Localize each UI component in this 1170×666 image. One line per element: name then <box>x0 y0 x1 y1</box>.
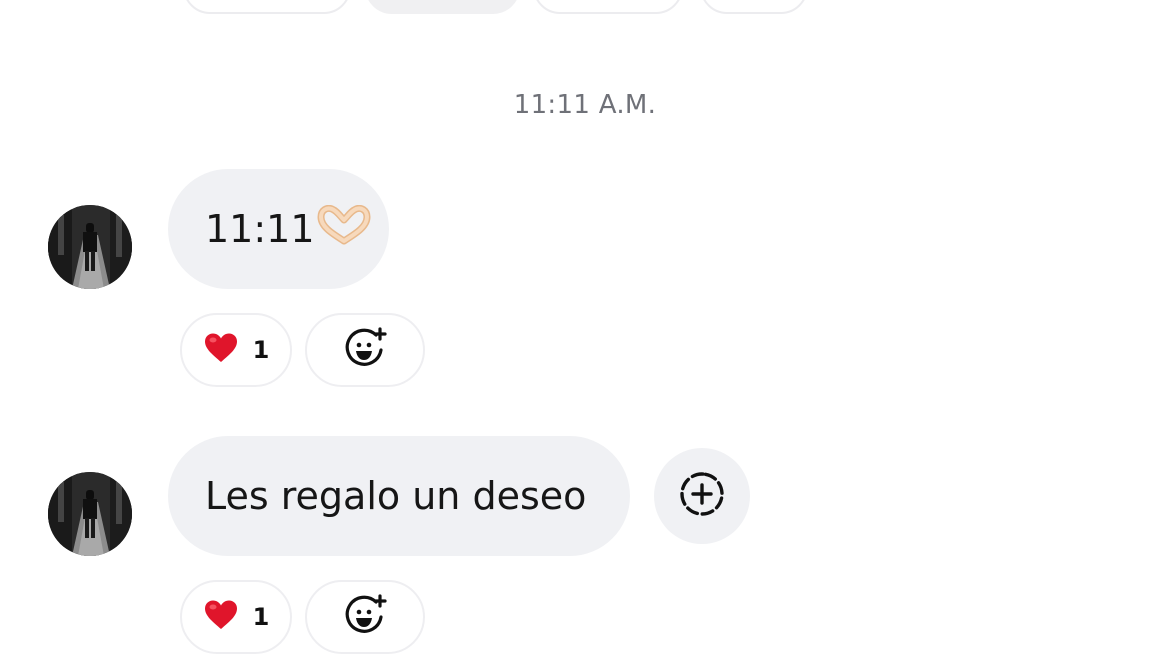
message-text: Les regalo un deseo <box>205 474 587 518</box>
reaction-pill-top[interactable] <box>183 0 351 14</box>
reaction-heart-pill[interactable]: 1 <box>180 580 292 654</box>
reaction-count: 1 <box>252 603 270 631</box>
reaction-count: 1 <box>252 336 270 364</box>
message-text: 11:11 <box>205 207 315 251</box>
message-timestamp: 11:11 A.M. <box>513 90 657 120</box>
smiley-plus-icon <box>343 593 387 641</box>
red-heart-icon <box>203 332 239 368</box>
red-heart-icon <box>203 599 239 635</box>
reaction-pill-top[interactable] <box>533 0 683 14</box>
reaction-heart-pill[interactable]: 1 <box>180 313 292 387</box>
chat-thread: 11:11 A.M. 11:11 1 Les regalo un deseo 1 <box>0 0 1170 666</box>
message-bubble[interactable]: Les regalo un deseo <box>168 436 630 556</box>
reaction-pill-top[interactable] <box>700 0 808 14</box>
message-bubble[interactable]: 11:11 <box>168 169 389 289</box>
smiley-plus-icon <box>343 326 387 374</box>
heart-hands-emoji-icon <box>317 204 371 254</box>
avatar[interactable] <box>48 472 132 556</box>
add-reaction-button[interactable] <box>305 313 425 387</box>
dashed-circle-plus-icon <box>677 469 727 523</box>
reaction-pill-top[interactable] <box>365 0 520 14</box>
avatar[interactable] <box>48 205 132 289</box>
add-reaction-button[interactable] <box>305 580 425 654</box>
share-button[interactable] <box>654 448 750 544</box>
